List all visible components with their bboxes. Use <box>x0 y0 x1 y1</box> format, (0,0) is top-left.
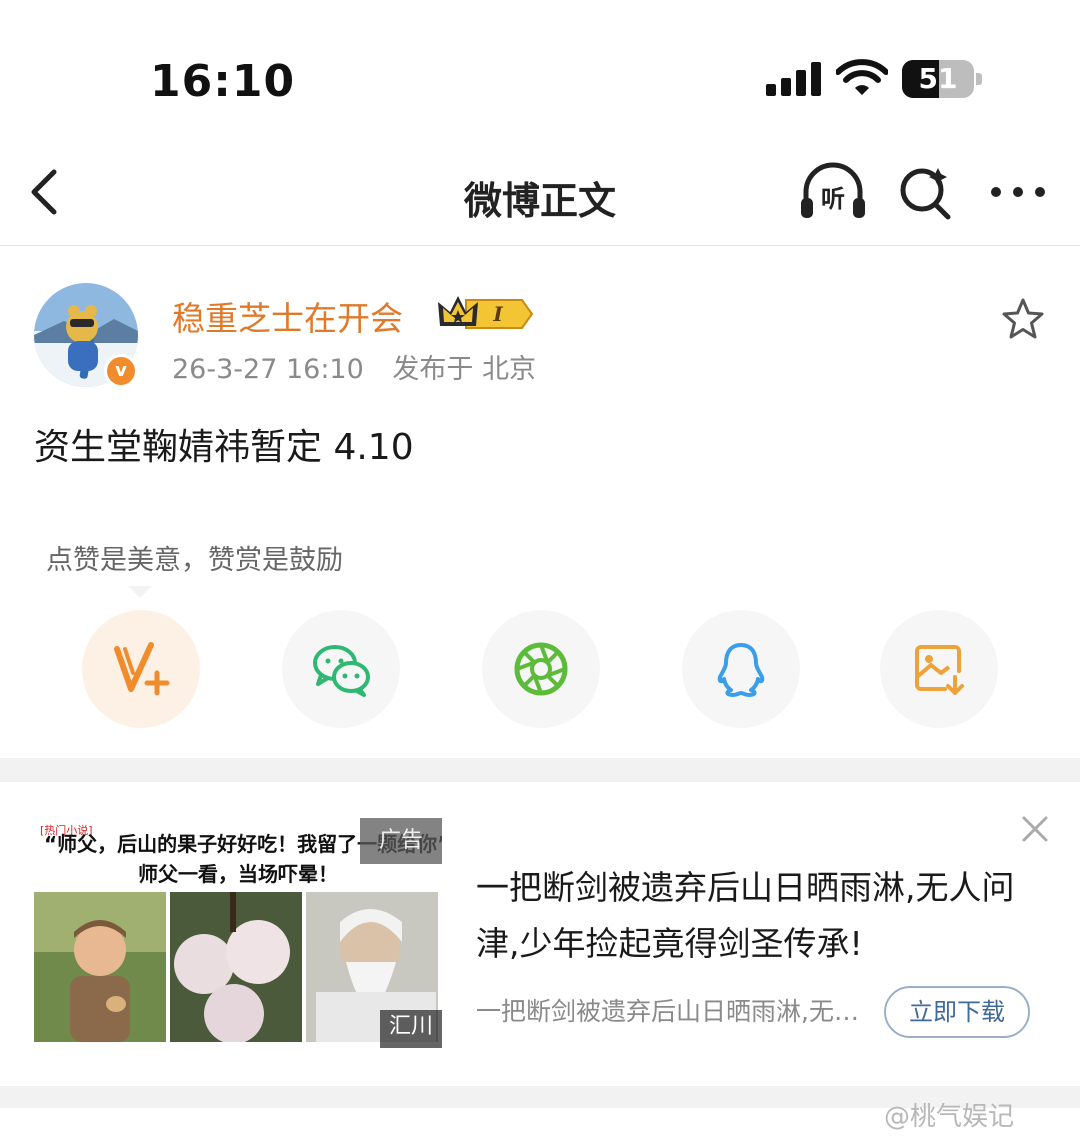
ad-subtitle: 一把断剑被遗弃后山日晒雨淋,无人问津,少年捡起竟得剑圣传承! <box>476 997 864 1026</box>
star-icon <box>1002 298 1044 339</box>
share-qq-button[interactable] <box>682 610 800 728</box>
share-moments-button[interactable] <box>482 610 600 728</box>
ad-brand: 汇川 <box>380 1010 442 1048</box>
search-button[interactable] <box>896 160 956 222</box>
tooltip-caret <box>128 586 152 598</box>
author-name[interactable]: 稳重芝士在开会 <box>172 292 403 340</box>
watermark: @桃气娱记 <box>884 1102 1015 1132</box>
verified-badge: v <box>104 354 138 388</box>
ad-label: 广告 <box>360 818 442 864</box>
reward-hint-tooltip: 点赞是美意，赞赏是鼓励 <box>34 538 355 577</box>
post-date: 26-3-27 16:10 <box>172 354 364 385</box>
nav-divider <box>0 245 1080 246</box>
headphones-icon: 听 <box>801 162 865 218</box>
listen-label: 听 <box>821 185 845 213</box>
qq-icon <box>717 643 765 697</box>
wifi-icon <box>835 58 889 102</box>
save-image-button[interactable] <box>880 610 998 728</box>
status-time: 16:10 <box>150 56 296 107</box>
vip-crown-badge[interactable]: I <box>436 290 536 336</box>
ad-title[interactable]: 一把断剑被遗弃后山日晒雨淋,无人问津,少年捡起竟得剑圣传承! <box>476 860 1016 972</box>
ad-image[interactable]: [热门小说] “师父，后山的果子好好吃！我留了一颗给你” 师父一看，当场吓晕！ … <box>34 814 442 1048</box>
crown-icon: I <box>438 296 534 329</box>
save-image-icon <box>915 645 964 695</box>
weibo-reward-icon <box>114 642 170 696</box>
more-dots-icon <box>991 187 1045 197</box>
reward-button[interactable] <box>82 610 200 728</box>
ad-photo-fruit <box>170 892 302 1042</box>
more-button[interactable] <box>990 178 1046 206</box>
post-meta: 26-3-27 16:10 发布于 北京 <box>172 347 536 386</box>
ad-image-line2: 师父一看，当场吓晕！ <box>138 862 338 886</box>
battery-icon: 51 <box>902 60 982 98</box>
vip-level: I <box>492 302 503 326</box>
section-separator <box>0 758 1080 782</box>
post-text: 资生堂鞠婧祎暂定 4.10 <box>34 427 414 468</box>
close-ad-button[interactable] <box>1020 814 1050 844</box>
download-button[interactable]: 立即下载 <box>884 986 1030 1038</box>
favorite-button[interactable] <box>1000 296 1046 342</box>
post-location: 发布于 北京 <box>392 354 536 385</box>
wechat-icon <box>313 645 370 697</box>
close-icon <box>1022 816 1048 842</box>
ad-photo-child <box>34 892 166 1042</box>
search-icon <box>900 168 951 220</box>
weibo-post-page: 16:10 51 微博正文 听 v 稳重芝士在开会 I 26-3-27 16:1… <box>0 0 1080 1142</box>
listen-button[interactable]: 听 <box>798 160 868 222</box>
battery-level: 51 <box>918 62 958 95</box>
share-wechat-button[interactable] <box>282 610 400 728</box>
cellular-signal-icon <box>766 62 822 96</box>
moments-icon <box>514 642 568 696</box>
